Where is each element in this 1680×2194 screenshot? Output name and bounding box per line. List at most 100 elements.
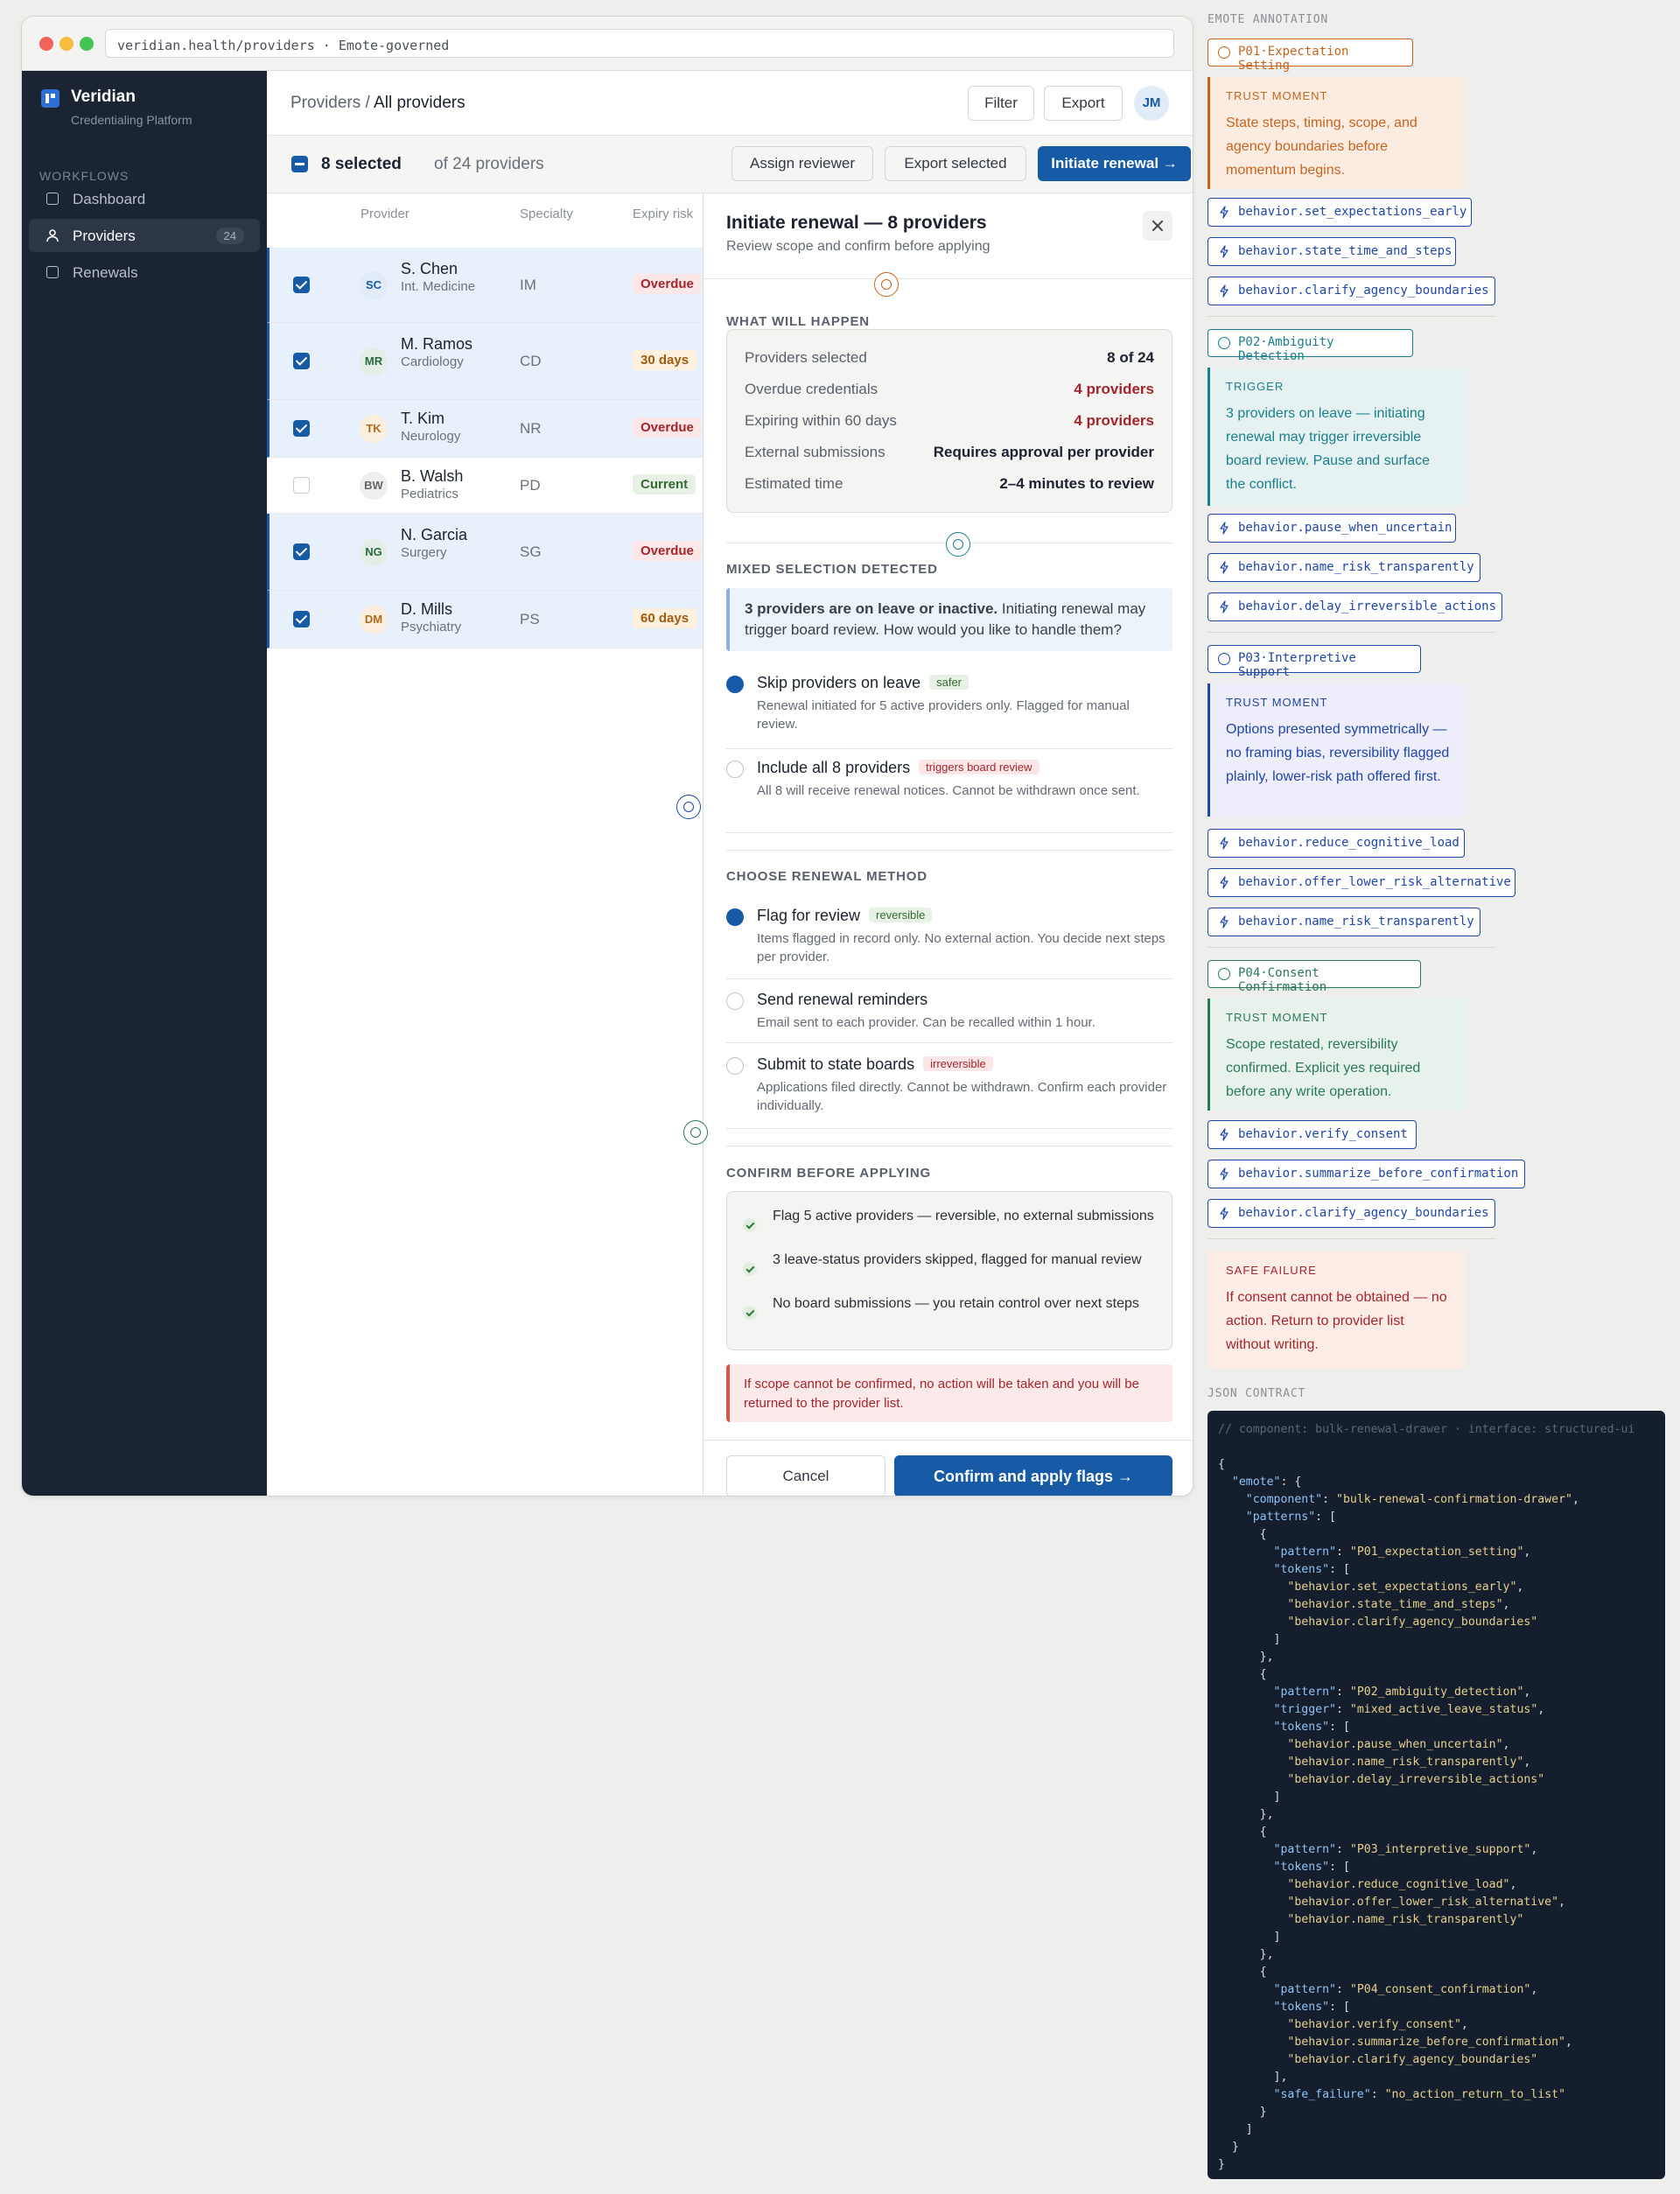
initiate-renewal-button[interactable]: Initiate renewal →	[1038, 146, 1191, 181]
option-title: Skip providers on leave	[757, 674, 921, 691]
lightning-icon	[1220, 206, 1228, 219]
table-row[interactable]: SC S. Chen Int. Medicine IM Overdue	[267, 248, 703, 323]
lightning-icon	[1220, 522, 1228, 535]
radio-unselected[interactable]	[726, 992, 744, 1010]
lightning-icon	[1220, 837, 1228, 850]
export-button[interactable]: Export	[1044, 86, 1123, 121]
lightning-icon	[1220, 876, 1228, 889]
behavior-token[interactable]: behavior.name_risk_transparently	[1208, 908, 1480, 936]
column-header-provider[interactable]: Provider	[360, 207, 410, 221]
table-row[interactable]: DM D. Mills Psychiatry PS 60 days	[267, 591, 703, 648]
minimize-window-dot[interactable]	[60, 37, 74, 51]
pattern-tag-p01[interactable]: P01·Expectation Setting	[1208, 39, 1413, 73]
confirm-item: Flag 5 active providers — reversible, no…	[773, 1209, 1154, 1223]
specialty-code: IM	[520, 277, 536, 293]
provider-initials-avatar: TK	[360, 415, 388, 443]
behavior-token[interactable]: behavior.clarify_agency_boundaries	[1208, 277, 1495, 305]
sidebar: Veridian Credentialing Platform WORKFLOW…	[22, 71, 267, 1496]
pattern-tag-p03[interactable]: P03·Interpretive Support	[1208, 645, 1421, 679]
behavior-token[interactable]: behavior.name_risk_transparently	[1208, 553, 1480, 582]
summary-value: 2–4 minutes to review	[999, 475, 1154, 492]
radio-selected[interactable]	[726, 908, 744, 926]
summary-value: Requires approval per provider	[933, 444, 1154, 460]
column-header-specialty[interactable]: Specialty	[520, 207, 573, 221]
provider-name-cell[interactable]: N. Garcia Surgery	[401, 526, 506, 561]
pattern-icon	[1218, 968, 1230, 980]
row-checkbox[interactable]	[293, 353, 310, 369]
radio-selected[interactable]	[726, 676, 744, 693]
table-row[interactable]: TK T. Kim Neurology NR Overdue	[267, 400, 703, 458]
assign-reviewer-button[interactable]: Assign reviewer	[732, 146, 873, 181]
behavior-token[interactable]: behavior.delay_irreversible_actions	[1208, 592, 1502, 621]
summary-label: Estimated time	[745, 475, 844, 492]
specialty-code: PD	[520, 477, 541, 494]
json-contract-code: // component: bulk-renewal-drawer · inte…	[1218, 1423, 1635, 2171]
provider-name-cell[interactable]: S. Chen Int. Medicine	[401, 260, 506, 295]
mixed-selection-note: 3 providers are on leave or inactive. In…	[726, 588, 1172, 651]
behavior-token[interactable]: behavior.state_time_and_steps	[1208, 237, 1456, 266]
cancel-button[interactable]: Cancel	[726, 1455, 886, 1496]
address-bar[interactable]: veridian.health/providers · Emote-govern…	[105, 29, 1174, 58]
export-selected-button[interactable]: Export selected	[885, 146, 1026, 181]
confirm-apply-button[interactable]: Confirm and apply flags →	[894, 1455, 1172, 1496]
pattern-tag-p04[interactable]: P04·Consent Confirmation	[1208, 960, 1421, 994]
method-send-reminders[interactable]: Send renewal reminders Email sent to eac…	[726, 991, 1172, 1043]
row-checkbox[interactable]	[293, 543, 310, 560]
row-checkbox[interactable]	[293, 611, 310, 627]
table-row[interactable]: MR M. Ramos Cardiology CD 30 days	[267, 323, 703, 400]
pattern-tag-label: P04·Consent Confirmation	[1238, 966, 1327, 994]
table-row[interactable]: NG N. Garcia Surgery SG Overdue	[267, 514, 703, 591]
sidebar-item-providers[interactable]: Providers 24	[29, 219, 260, 252]
provider-initials-avatar: DM	[360, 606, 388, 634]
radio-unselected[interactable]	[726, 761, 744, 778]
row-checkbox[interactable]	[293, 277, 310, 293]
method-submit-state-boards[interactable]: Submit to state boards irreversible Appli…	[726, 1055, 1172, 1125]
close-icon[interactable]	[1143, 211, 1172, 241]
summary-value: 4 providers	[1074, 381, 1154, 397]
provider-initials-avatar: MR	[360, 347, 388, 375]
behavior-token[interactable]: behavior.clarify_agency_boundaries	[1208, 1199, 1495, 1228]
option-include-all[interactable]: Include all 8 providers triggers board re…	[726, 759, 1172, 829]
pattern-tag-p02[interactable]: P02·Ambiguity Detection	[1208, 329, 1413, 363]
summary-box: Providers selected 8 of 24 Overdue creden…	[726, 329, 1172, 513]
specialty-code: CD	[520, 353, 542, 369]
pattern-card: TRUST MOMENT State steps, timing, scope, …	[1208, 77, 1466, 189]
behavior-token[interactable]: behavior.reduce_cognitive_load	[1208, 829, 1465, 858]
check-icon	[743, 1218, 757, 1232]
check-icon	[743, 1262, 757, 1276]
select-all-checkbox[interactable]	[291, 156, 308, 172]
behavior-token[interactable]: behavior.set_expectations_early	[1208, 198, 1472, 227]
token-label: behavior.offer_lower_risk_alternative	[1238, 875, 1511, 889]
column-header-expiry[interactable]: Expiry risk	[633, 207, 693, 221]
card-text: If consent cannot be obtained — no actio…	[1226, 1290, 1447, 1352]
sidebar-item-renewals[interactable]: Renewals	[29, 256, 260, 289]
row-checkbox[interactable]	[293, 477, 310, 494]
provider-name-cell[interactable]: D. Mills Psychiatry	[401, 600, 506, 635]
row-checkbox[interactable]	[293, 420, 310, 437]
method-flag-for-review[interactable]: Flag for review reversible Items flagged …	[726, 907, 1172, 985]
close-window-dot[interactable]	[39, 37, 53, 51]
option-skip-on-leave[interactable]: Skip providers on leave safer Renewal ini…	[726, 674, 1172, 753]
expiry-status-badge: Overdue	[633, 541, 702, 561]
breadcrumb-root[interactable]: Providers /	[290, 94, 370, 112]
board-review-badge: triggers board review	[919, 760, 1040, 775]
sidebar-item-dashboard[interactable]: Dashboard	[29, 182, 260, 215]
provider-name-cell[interactable]: B. Walsh Pediatrics	[401, 467, 506, 502]
browser-window: veridian.health/providers · Emote-govern…	[21, 16, 1194, 1497]
behavior-token[interactable]: behavior.summarize_before_confirmation	[1208, 1160, 1525, 1188]
provider-name: T. Kim	[401, 410, 445, 427]
table-row[interactable]: BW B. Walsh Pediatrics PD Current	[267, 458, 703, 514]
p02-marker-icon	[946, 532, 970, 557]
pattern-card: TRIGGER 3 providers on leave — initiating…	[1208, 368, 1466, 506]
provider-name-cell[interactable]: T. Kim Neurology	[401, 410, 506, 445]
maximize-window-dot[interactable]	[80, 37, 94, 51]
reversible-badge: reversible	[869, 908, 933, 922]
filter-button[interactable]: Filter	[968, 86, 1034, 121]
option-description: Items flagged in record only. No externa…	[757, 931, 1166, 964]
behavior-token[interactable]: behavior.offer_lower_risk_alternative	[1208, 868, 1516, 897]
user-avatar[interactable]: JM	[1134, 86, 1169, 121]
radio-unselected[interactable]	[726, 1057, 744, 1075]
behavior-token[interactable]: behavior.verify_consent	[1208, 1120, 1417, 1149]
provider-name-cell[interactable]: M. Ramos Cardiology	[401, 335, 506, 370]
behavior-token[interactable]: behavior.pause_when_uncertain	[1208, 514, 1456, 543]
